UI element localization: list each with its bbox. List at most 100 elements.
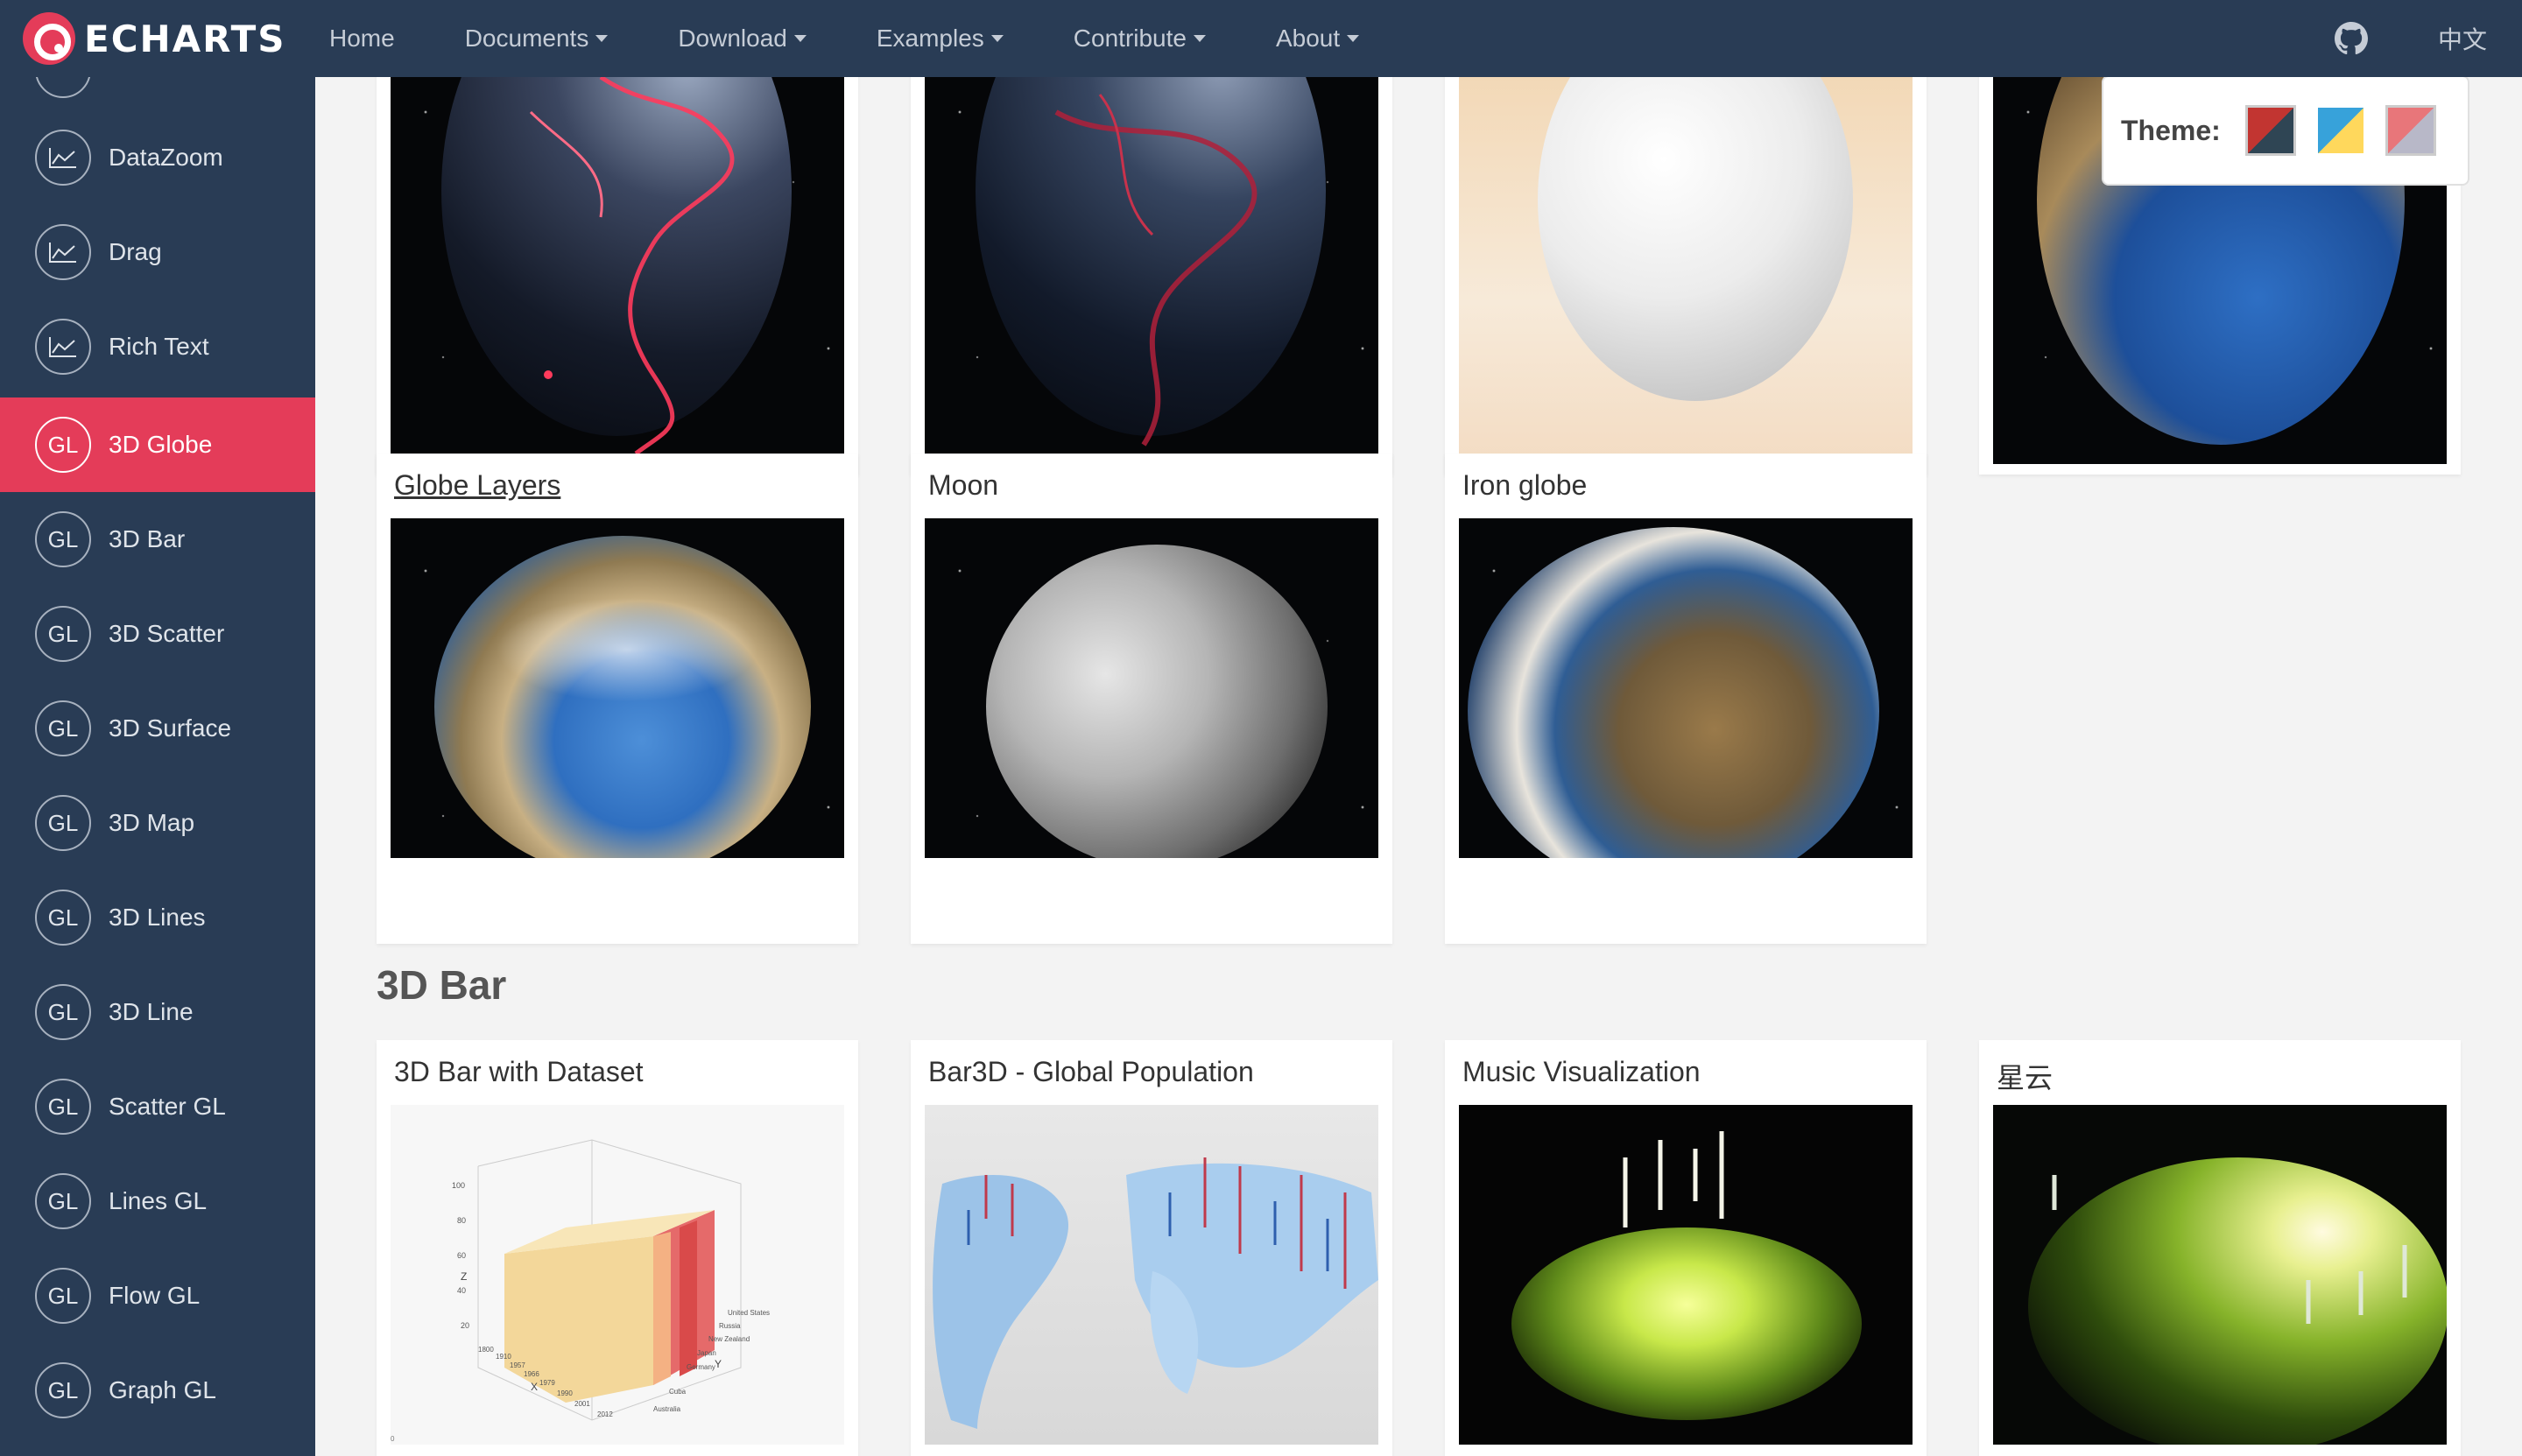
sidebar-item-label: Lines GL — [109, 1187, 208, 1214]
gl-icon: GL — [35, 417, 91, 473]
example-thumbnail — [391, 77, 844, 464]
y-tick: Cuba — [669, 1388, 687, 1396]
sidebar-item-3d-bar[interactable]: GL 3D Bar — [0, 492, 315, 587]
nav-home[interactable]: Home — [329, 25, 395, 53]
example-card-moon[interactable]: Moon — [911, 454, 1392, 944]
z-tick: 100 — [452, 1181, 465, 1190]
example-thumbnail — [925, 518, 1378, 858]
example-thumbnail — [1459, 1105, 1913, 1445]
example-card-3d-bar-dataset[interactable]: 3D Bar with Dataset 100 80 60 40 20 Z 18… — [377, 1040, 858, 1456]
sidebar-item-lines-gl[interactable]: GL Lines GL — [0, 1154, 315, 1249]
sidebar-item-3d-surface[interactable]: GL 3D Surface — [0, 681, 315, 776]
x-tick: 2012 — [597, 1410, 613, 1418]
sidebar-item-drag[interactable]: Drag — [0, 205, 315, 299]
line-chart-icon — [35, 319, 91, 375]
nav-contribute-label: Contribute — [1073, 25, 1187, 52]
example-card-globe-layers[interactable]: Globe Layers — [377, 454, 858, 944]
sidebar-item-3d-line[interactable]: GL 3D Line — [0, 965, 315, 1059]
x-tick: 1966 — [524, 1370, 539, 1378]
sidebar-item-label: 3D Globe — [109, 431, 213, 458]
gl-icon: GL — [35, 795, 91, 851]
card-title: Iron globe — [1462, 469, 1588, 501]
theme-swatch-default[interactable] — [2385, 105, 2436, 156]
brand-name: ECHARTS — [84, 17, 286, 60]
sidebar-item-flow-gl[interactable]: GL Flow GL — [0, 1249, 315, 1343]
y-tick: Russia — [719, 1322, 741, 1330]
card-title: 星云 — [1997, 1062, 2054, 1094]
gl-icon: GL — [35, 1268, 91, 1324]
gl-icon: GL — [35, 1079, 91, 1135]
gl-icon: GL — [35, 1362, 91, 1418]
sidebar-item-scatter-gl[interactable]: GL Scatter GL — [0, 1059, 315, 1154]
example-thumbnail — [1459, 77, 1913, 464]
y-tick: Australia — [653, 1405, 681, 1413]
chevron-down-icon — [1193, 35, 1206, 42]
example-card[interactable] — [377, 77, 858, 475]
sidebar-item-label: Graph GL — [109, 1376, 216, 1403]
nav-contribute[interactable]: Contribute — [1074, 25, 1206, 53]
example-card[interactable] — [911, 77, 1392, 475]
sidebar-item-label: Rich Text — [109, 333, 209, 360]
card-title: Moon — [928, 469, 999, 501]
echarts-logo-icon — [23, 12, 75, 65]
card-title: 3D Bar with Dataset — [394, 1056, 644, 1087]
chevron-down-icon — [990, 35, 1004, 42]
theme-swatch-dark[interactable] — [2244, 105, 2296, 156]
gl-icon: GL — [35, 890, 91, 946]
gl-icon: GL — [35, 984, 91, 1040]
gl-icon: GL — [35, 700, 91, 756]
theme-switcher: Theme: — [2102, 77, 2469, 186]
example-card-nebula[interactable]: 星云 — [1979, 1040, 2461, 1456]
card-title: Bar3D - Global Population — [928, 1056, 1254, 1087]
sidebar: DataZoom Drag Rich Text GL 3D Globe GL 3… — [0, 77, 315, 1456]
sidebar-item-label: 3D Line — [109, 998, 194, 1025]
sidebar-item-label: 3D Bar — [109, 525, 186, 552]
gl-icon: GL — [35, 606, 91, 662]
nav-about[interactable]: About — [1275, 25, 1360, 53]
nav-documents[interactable]: Documents — [465, 25, 609, 53]
example-card[interactable] — [1445, 77, 1927, 475]
nav-examples[interactable]: Examples — [877, 25, 1004, 53]
sidebar-item-rich-text[interactable]: Rich Text — [0, 299, 315, 394]
echarts-logo[interactable]: ECHARTS — [23, 7, 286, 70]
github-icon[interactable] — [2334, 22, 2368, 55]
sidebar-item-label: Flow GL — [109, 1282, 201, 1309]
chevron-down-icon — [595, 35, 609, 42]
x-tick: 1990 — [557, 1389, 573, 1397]
example-card-music-visualization[interactable]: Music Visualization — [1445, 1040, 1927, 1456]
y-axis-label: Y — [715, 1358, 722, 1370]
sidebar-item-3d-globe[interactable]: GL 3D Globe — [0, 397, 315, 492]
example-card-bar3d-population[interactable]: Bar3D - Global Population — [911, 1040, 1392, 1456]
sidebar-item-label: Drag — [109, 238, 162, 265]
sidebar-item-3d-scatter[interactable]: GL 3D Scatter — [0, 587, 315, 681]
z-tick: 80 — [457, 1216, 466, 1225]
chevron-down-icon — [1347, 35, 1360, 42]
y-tick: Japan — [697, 1349, 716, 1357]
nav-examples-label: Examples — [876, 25, 984, 52]
card-title-link[interactable]: Globe Layers — [394, 469, 560, 502]
nav-download[interactable]: Download — [678, 25, 807, 53]
sidebar-item-label: 3D Lines — [109, 904, 206, 931]
corner-label: 0 — [391, 1435, 395, 1443]
theme-label: Theme: — [2121, 114, 2221, 146]
sidebar-item-datazoom[interactable]: DataZoom — [0, 110, 315, 205]
theme-swatch-light[interactable] — [2314, 105, 2366, 156]
nav-documents-label: Documents — [464, 25, 589, 52]
sidebar-item-label: 3D Surface — [109, 714, 232, 742]
example-card-iron-globe[interactable]: Iron globe — [1445, 454, 1927, 944]
nav-menu: Home Documents Download Examples Contrib… — [329, 0, 1429, 77]
card-title: Music Visualization — [1462, 1056, 1701, 1087]
sidebar-item-graph-gl[interactable]: GL Graph GL — [0, 1343, 315, 1438]
nav-about-label: About — [1275, 25, 1341, 52]
sidebar-item-label: Scatter GL — [109, 1093, 226, 1120]
sidebar-item-3d-lines[interactable]: GL 3D Lines — [0, 870, 315, 965]
sidebar-item-3d-map[interactable]: GL 3D Map — [0, 776, 315, 870]
example-thumbnail — [391, 518, 844, 858]
gl-icon: GL — [35, 1173, 91, 1229]
z-tick: 60 — [457, 1251, 466, 1260]
language-switch[interactable]: 中文 — [2438, 21, 2487, 56]
z-tick: 40 — [457, 1286, 466, 1295]
nav-download-label: Download — [678, 25, 787, 52]
line-chart-icon — [35, 224, 91, 280]
sidebar-item-label: DataZoom — [109, 144, 223, 171]
